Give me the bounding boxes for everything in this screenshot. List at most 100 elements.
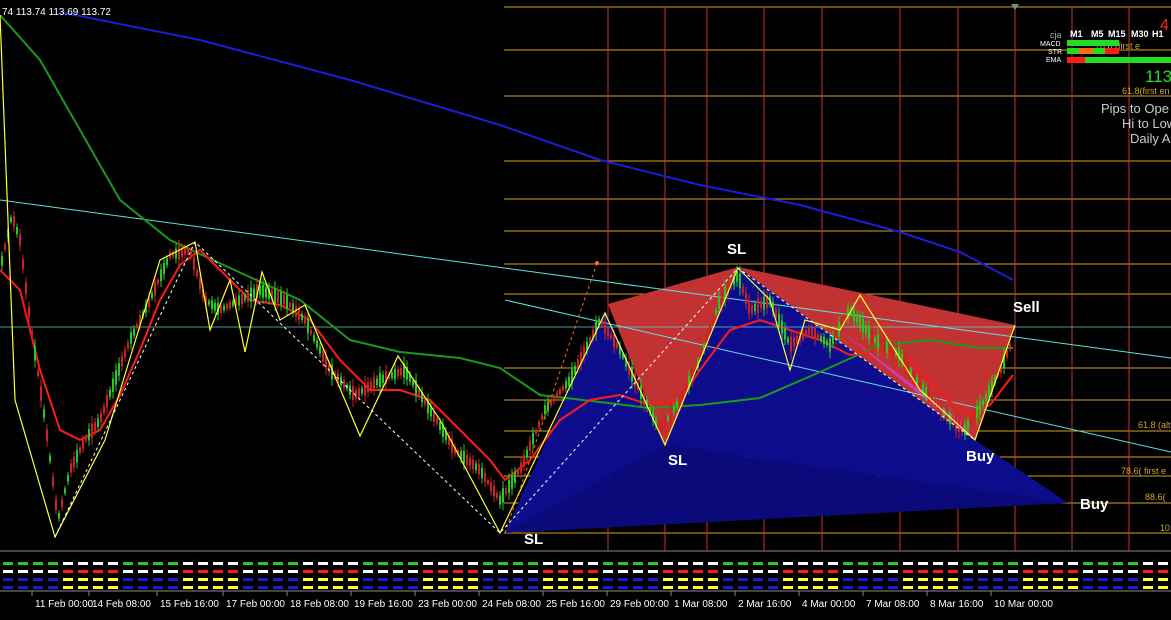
indicator-dash bbox=[288, 578, 298, 581]
candle-body bbox=[1, 256, 3, 266]
candle-body bbox=[661, 422, 663, 432]
x-axis-tick-label: 18 Feb 08:00 bbox=[290, 599, 349, 610]
candle-body bbox=[880, 340, 882, 348]
x-axis-tick-label: 17 Feb 00:00 bbox=[226, 599, 285, 610]
sl-label-top: SL bbox=[727, 241, 746, 258]
indicator-dash bbox=[873, 562, 883, 565]
candle-body bbox=[568, 376, 570, 386]
x-axis-tick-label: 23 Feb 00:00 bbox=[418, 599, 477, 610]
indicator-ema: EMA bbox=[1046, 57, 1062, 64]
candle-body bbox=[886, 341, 888, 353]
indicator-dash bbox=[348, 586, 358, 589]
indicator-dash bbox=[603, 578, 613, 581]
candle-body bbox=[214, 302, 216, 311]
indicator-dash bbox=[1113, 586, 1123, 589]
indicator-dash bbox=[723, 570, 733, 573]
candle-body bbox=[748, 300, 750, 314]
candle-body bbox=[679, 394, 681, 406]
candle-body bbox=[43, 409, 45, 418]
indicator-dash bbox=[753, 586, 763, 589]
indicator-dash bbox=[243, 562, 253, 565]
indicator-dash bbox=[138, 586, 148, 589]
candle-body bbox=[40, 386, 42, 401]
indicator-dash bbox=[1083, 578, 1093, 581]
indicator-dash bbox=[243, 586, 253, 589]
candle-body bbox=[223, 305, 225, 311]
indicator-dash bbox=[1053, 570, 1063, 573]
indicator-dash bbox=[1068, 570, 1078, 573]
ema-bar-a bbox=[1067, 57, 1085, 63]
candle-body bbox=[304, 316, 306, 324]
indicator-dash bbox=[198, 586, 208, 589]
indicator-dash bbox=[498, 586, 508, 589]
indicator-dash bbox=[903, 570, 913, 573]
candle-body bbox=[616, 343, 618, 348]
candle-body bbox=[988, 386, 990, 398]
candle-body bbox=[283, 294, 285, 305]
indicator-dash bbox=[408, 578, 418, 581]
indicator-dash bbox=[1068, 562, 1078, 565]
indicator-dash bbox=[78, 570, 88, 573]
indicator-dash bbox=[948, 562, 958, 565]
indicator-dash bbox=[273, 570, 283, 573]
candle-body bbox=[367, 382, 369, 393]
candle-body bbox=[94, 422, 96, 432]
indicator-dash bbox=[228, 570, 238, 573]
candle-body bbox=[319, 346, 321, 354]
candle-body bbox=[562, 385, 564, 391]
candle-body bbox=[85, 436, 87, 441]
indicator-dash bbox=[33, 586, 43, 589]
candle-body bbox=[307, 318, 309, 334]
indicator-dash bbox=[708, 570, 718, 573]
indicator-dash bbox=[198, 570, 208, 573]
candle-body bbox=[97, 418, 99, 428]
candle-body bbox=[22, 259, 24, 269]
indicator-dash bbox=[123, 578, 133, 581]
candle-body bbox=[67, 475, 69, 482]
candle-body bbox=[475, 463, 477, 471]
price-chart[interactable]: SL SL SL Buy Buy Sell 78.6 (first e 61.8… bbox=[0, 0, 1171, 615]
indicator-dash bbox=[843, 578, 853, 581]
indicator-dash bbox=[543, 570, 553, 573]
indicator-dash bbox=[183, 562, 193, 565]
candle-body bbox=[82, 439, 84, 449]
panel-info-line-2: Hi to Low bbox=[1122, 116, 1171, 131]
candle-body bbox=[883, 339, 885, 352]
candle-body bbox=[607, 327, 609, 337]
indicator-dash bbox=[18, 578, 28, 581]
indicator-dash bbox=[963, 586, 973, 589]
indicator-dash bbox=[828, 578, 838, 581]
indicator-dash bbox=[483, 562, 493, 565]
indicator-dash bbox=[918, 562, 928, 565]
str-bar-c bbox=[1093, 48, 1105, 54]
indicator-dash bbox=[393, 578, 403, 581]
indicator-dash bbox=[708, 562, 718, 565]
indicator-dash bbox=[393, 586, 403, 589]
indicator-dash bbox=[423, 570, 433, 573]
timeframe-m5: M5 bbox=[1091, 29, 1104, 39]
candle-body bbox=[721, 290, 723, 305]
candle-body bbox=[676, 401, 678, 408]
indicator-dash bbox=[663, 578, 673, 581]
candle-body bbox=[778, 313, 780, 327]
x-axis-tick-label: 1 Mar 08:00 bbox=[674, 599, 728, 610]
candle-body bbox=[976, 405, 978, 419]
indicator-dash bbox=[108, 578, 118, 581]
candle-body bbox=[187, 248, 189, 253]
chart-canvas[interactable]: SL SL SL Buy Buy Sell 78.6 (first e 61.8… bbox=[0, 0, 1171, 615]
indicator-dash bbox=[858, 562, 868, 565]
candle-body bbox=[31, 330, 33, 337]
indicator-dash bbox=[33, 562, 43, 565]
indicator-dash bbox=[483, 570, 493, 573]
fib-label-886: 88.6( bbox=[1145, 492, 1166, 502]
indicator-dash bbox=[858, 570, 868, 573]
indicator-dash bbox=[153, 562, 163, 565]
indicator-dash bbox=[78, 586, 88, 589]
candle-body bbox=[613, 335, 615, 347]
fib-label-100: 10 bbox=[1160, 523, 1170, 533]
x-axis-tick-label: 29 Feb 00:00 bbox=[610, 599, 669, 610]
indicator-dash bbox=[798, 562, 808, 565]
indicator-dash bbox=[1158, 586, 1168, 589]
x-axis-tick-label: 25 Feb 16:00 bbox=[546, 599, 605, 610]
indicator-dash bbox=[843, 570, 853, 573]
